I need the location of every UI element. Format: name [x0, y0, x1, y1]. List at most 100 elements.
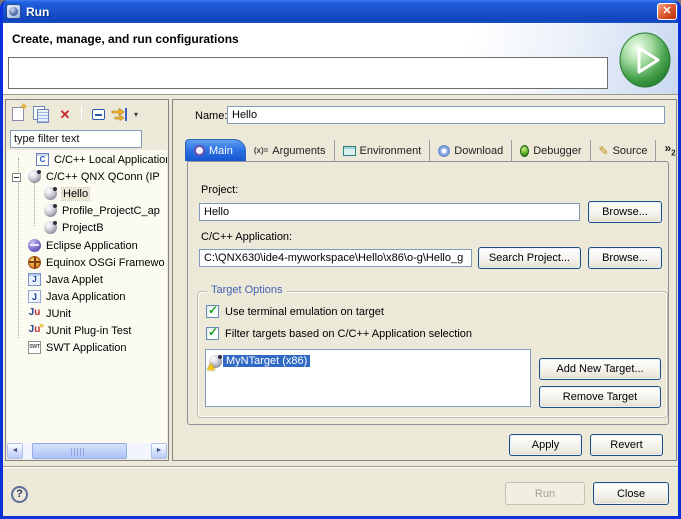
tab-overflow-chevron[interactable]: »2 — [656, 140, 681, 161]
config-editor-panel: Name: Main (x)= Arguments Environment Do… — [172, 99, 677, 461]
new-config-button[interactable]: ✦ — [9, 105, 27, 123]
close-button[interactable]: Close — [593, 482, 669, 505]
tree-item-qnx-qconn[interactable]: C/C++ QNX QConn (IP — [7, 169, 167, 186]
tree-item-java-application[interactable]: J Java Application — [7, 289, 167, 306]
delete-icon: ✕ — [60, 108, 71, 121]
duplicate-icon — [33, 106, 49, 122]
scroll-left-button[interactable]: ◄ — [7, 443, 23, 459]
filter-targets-row: ✓ Filter targets based on C/C++ Applicat… — [206, 327, 472, 340]
tree-item-junit[interactable]: Ju JUnit — [7, 306, 167, 323]
qnx-qconn-icon — [44, 204, 57, 217]
run-sphere-icon — [618, 31, 672, 92]
tree-item-local-application[interactable]: C C/C++ Local Application — [7, 152, 167, 169]
debugger-tab-icon — [520, 145, 529, 157]
scroll-right-button[interactable]: ► — [151, 443, 167, 459]
equinox-icon — [28, 256, 41, 269]
project-input[interactable] — [199, 203, 580, 221]
help-button[interactable]: ? — [11, 486, 28, 503]
message-area — [8, 57, 608, 89]
c-application-icon: C — [36, 153, 49, 166]
new-config-icon: ✦ — [12, 107, 24, 121]
tab-bar: Main (x)= Arguments Environment Download… — [185, 139, 681, 161]
filter-input[interactable] — [10, 130, 142, 148]
tree-item-java-applet[interactable]: J Java Applet — [7, 272, 167, 289]
collapse-all-icon — [92, 109, 105, 120]
search-project-button[interactable]: Search Project... — [478, 247, 581, 269]
qnx-qconn-icon — [44, 187, 57, 200]
tab-debugger[interactable]: Debugger — [512, 140, 590, 161]
download-tab-icon — [438, 145, 450, 157]
target-list[interactable]: MyNTarget (x86) — [205, 349, 531, 407]
tree-item-swt-application[interactable]: SWT SWT Application — [7, 340, 167, 357]
checkmark-icon: ✓ — [208, 303, 218, 317]
button-bar-separator — [3, 466, 678, 468]
tab-main[interactable]: Main — [185, 139, 246, 161]
arguments-tab-icon: (x)= — [254, 146, 268, 155]
filter-icon — [111, 107, 129, 122]
environment-tab-icon — [343, 146, 356, 156]
close-window-button[interactable]: ✕ — [657, 3, 677, 20]
header-banner: Create, manage, and run configurations — [3, 23, 678, 95]
apply-button[interactable]: Apply — [509, 434, 582, 456]
application-input[interactable] — [199, 249, 472, 267]
revert-button[interactable]: Revert — [590, 434, 663, 456]
java-application-icon: J — [28, 290, 41, 303]
collapse-all-button[interactable] — [89, 105, 107, 123]
add-new-target-button[interactable]: Add New Target... — [539, 358, 661, 380]
application-browse-button[interactable]: Browse... — [588, 247, 662, 269]
warning-overlay-icon — [207, 363, 215, 370]
title-bar[interactable]: Run ✕ — [0, 0, 681, 23]
qnx-qconn-icon — [28, 170, 41, 183]
main-tab-icon — [194, 145, 205, 156]
run-button[interactable]: Run — [505, 482, 585, 505]
tree-horizontal-scrollbar[interactable]: ◄ ► — [7, 443, 167, 459]
tree-item-hello[interactable]: Hello — [7, 186, 167, 203]
tree-item-profile-projectc[interactable]: Profile_ProjectC_ap — [7, 203, 167, 220]
delete-config-button[interactable]: ✕ — [56, 105, 74, 123]
filter-targets-checkbox[interactable]: ✓ — [206, 327, 219, 340]
target-list-item[interactable]: MyNTarget (x86) — [209, 353, 310, 369]
source-tab-icon: ✎ — [599, 146, 609, 156]
configurations-panel: ✦ ✕ ▾ — [5, 99, 169, 461]
name-input[interactable] — [227, 106, 665, 124]
checkmark-icon: ✓ — [208, 325, 218, 339]
dialog-heading: Create, manage, and run configurations — [12, 32, 239, 46]
tree-item-projectb[interactable]: ProjectB — [7, 220, 167, 237]
remove-target-button[interactable]: Remove Target — [539, 386, 661, 408]
help-icon: ? — [16, 488, 23, 500]
filter-menu-caret[interactable]: ▾ — [134, 110, 138, 119]
qnx-qconn-icon — [44, 221, 57, 234]
target-icon — [209, 355, 222, 368]
tab-arguments[interactable]: (x)= Arguments — [246, 140, 335, 161]
project-label: Project: — [201, 184, 238, 196]
close-icon: ✕ — [662, 5, 671, 17]
terminal-emulation-label: Use terminal emulation on target — [225, 306, 384, 318]
collapse-expander[interactable] — [12, 173, 21, 182]
tree-item-equinox-osgi[interactable]: Equinox OSGi Framewo — [7, 255, 167, 272]
filter-targets-label: Filter targets based on C/C++ Applicatio… — [225, 328, 472, 340]
eclipse-icon — [28, 239, 41, 252]
terminal-emulation-row: ✓ Use terminal emulation on target — [206, 305, 384, 318]
swt-icon: SWT — [28, 341, 41, 354]
config-toolbar: ✦ ✕ ▾ — [6, 100, 168, 127]
filter-launch-button[interactable] — [111, 105, 129, 123]
application-label: C/C++ Application: — [201, 231, 292, 243]
project-browse-button[interactable]: Browse... — [588, 201, 662, 223]
java-applet-icon: J — [28, 273, 41, 286]
terminal-emulation-checkbox[interactable]: ✓ — [206, 305, 219, 318]
target-item-label: MyNTarget (x86) — [223, 355, 310, 367]
chevron-icon: »2 — [664, 143, 675, 158]
window-title: Run — [26, 5, 49, 19]
tab-source[interactable]: ✎ Source — [591, 140, 657, 161]
tab-environment[interactable]: Environment — [335, 140, 431, 161]
scrollbar-thumb[interactable] — [32, 443, 127, 459]
duplicate-config-button[interactable] — [32, 105, 50, 123]
name-label: Name: — [195, 110, 227, 122]
run-dialog: Run ✕ Create, manage, and run configurat… — [0, 0, 681, 519]
scroll-right-icon: ► — [156, 447, 163, 454]
tree-item-junit-plugin[interactable]: Ju» JUnit Plug-in Test — [7, 323, 167, 340]
scroll-left-icon: ◄ — [12, 447, 19, 454]
tree-item-eclipse-application[interactable]: Eclipse Application — [7, 238, 167, 255]
tab-download[interactable]: Download — [430, 140, 512, 161]
junit-plugin-icon: Ju» — [28, 324, 41, 337]
